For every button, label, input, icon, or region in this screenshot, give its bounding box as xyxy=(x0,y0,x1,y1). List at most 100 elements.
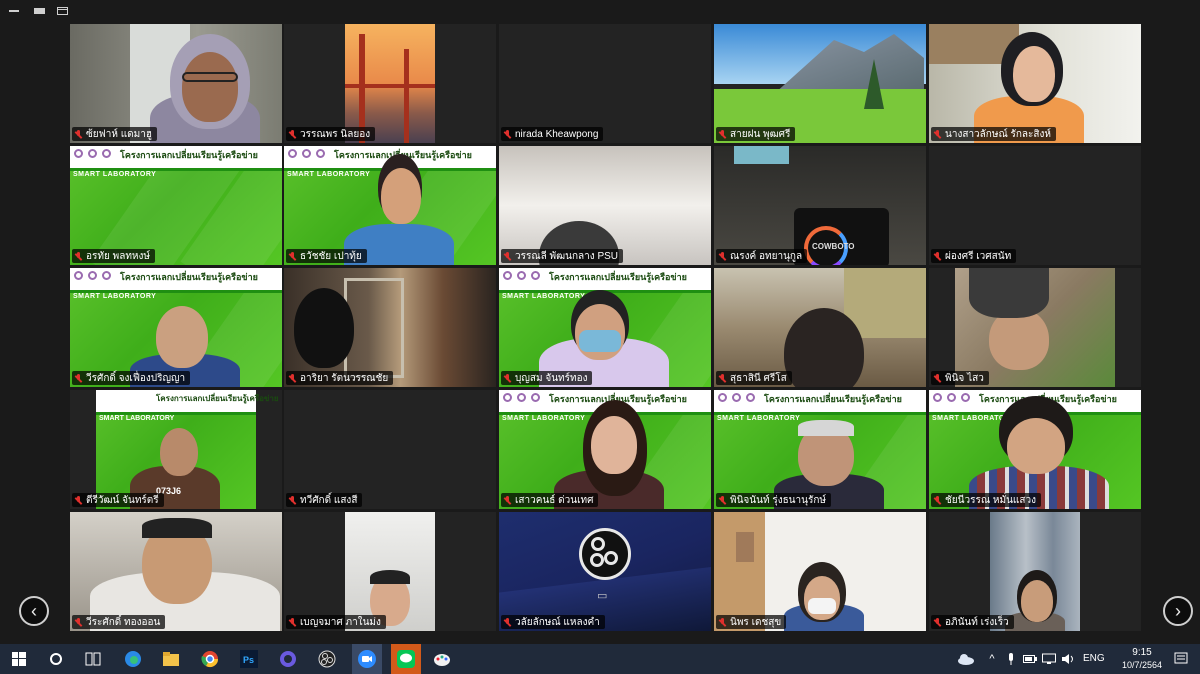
muted-mic-icon xyxy=(289,617,296,627)
participant-name: ธวัชชัย เปาทุ้ย xyxy=(286,249,367,263)
muted-mic-icon xyxy=(504,373,511,383)
video-tile[interactable]: โครงการแลกเปลี่ยนเรียนรู้เครือข่าย SMART… xyxy=(70,390,282,509)
muted-mic-icon xyxy=(504,495,511,505)
participant-name: บุญสม จันทร์ทอง xyxy=(501,371,593,385)
clock-date[interactable]: 10/7/2564 xyxy=(1117,660,1167,670)
video-tile[interactable]: COWBOTO ณรงค์ อทยานุกูล xyxy=(714,146,926,265)
video-tile[interactable]: สายฝน พุฒศรี xyxy=(714,24,926,143)
video-tile[interactable]: nirada Kheawpong xyxy=(499,24,711,143)
line-app-icon[interactable] xyxy=(391,644,421,674)
weather-icon[interactable] xyxy=(955,648,977,670)
windows-taskbar: Ps ^ ENG 9:15 10/7/2564 xyxy=(0,644,1200,674)
video-tile[interactable]: วรรณลี พัฒนกลาง PSU xyxy=(499,146,711,265)
search-icon[interactable] xyxy=(45,648,67,670)
participant-name: ตีรีวัฒน์ จันทร์ตรี xyxy=(72,493,164,507)
participant-name: เสาวคนธ์ ด่วนเทศ xyxy=(501,493,599,507)
muted-mic-icon xyxy=(934,251,941,261)
video-tile[interactable]: อาริยา รัตนวรรณชัย xyxy=(284,268,496,387)
notification-icon[interactable] xyxy=(1170,648,1192,670)
participant-name: นางสาวลักษณ์ รักละสิงห์ xyxy=(931,127,1057,141)
participant-name: เบญจมาศ ภาในม่ง xyxy=(286,615,386,629)
muted-mic-icon xyxy=(75,251,82,261)
video-tile[interactable]: โครงการแลกเปลี่ยนเรียนรู้เครือข่าย SMART… xyxy=(714,390,926,509)
participant-name: วลัยลักษณ์ แหลงคำ xyxy=(501,615,605,629)
battery-icon[interactable] xyxy=(1022,648,1038,670)
video-tile[interactable]: พินิจ ไสว xyxy=(929,268,1141,387)
muted-mic-icon xyxy=(934,495,941,505)
meeting-top-bar xyxy=(0,0,1200,22)
chrome-icon[interactable] xyxy=(199,648,221,670)
participant-name: พินิจ ไสว xyxy=(931,371,989,385)
compact-view-icon[interactable] xyxy=(34,6,46,16)
video-tile[interactable]: สุธาสินี ศรีโส xyxy=(714,268,926,387)
video-tile[interactable]: นิพร เดชสุข xyxy=(714,512,926,631)
participant-name: อรทัย พลทหงษ์ xyxy=(72,249,155,263)
participant-name: พินิจนันท์ รุ่งธนานุรักษ์ xyxy=(716,493,831,507)
obs-logo-icon xyxy=(579,528,631,580)
video-tile[interactable]: นางสาวลักษณ์ รักละสิงห์ xyxy=(929,24,1141,143)
participant-name: อภินันท์ เร่งเร็ว xyxy=(931,615,1014,629)
clock-time[interactable]: 9:15 xyxy=(1122,647,1162,658)
edge-browser-icon[interactable] xyxy=(122,648,144,670)
previous-page-button[interactable]: ‹ xyxy=(19,596,49,626)
participant-name: ทวีศักดิ์ แสงสี xyxy=(286,493,363,507)
video-tile[interactable]: โครงการแลกเปลี่ยนเรียนรู้เครือข่าย SMART… xyxy=(70,268,282,387)
next-page-button[interactable]: › xyxy=(1163,596,1193,626)
muted-mic-icon xyxy=(289,129,296,139)
muted-mic-icon xyxy=(934,129,941,139)
video-tile[interactable]: ซ้ยฟาห์ แดมาฮู xyxy=(70,24,282,143)
muted-mic-icon xyxy=(504,617,511,627)
video-tile[interactable]: โครงการแลกเปลี่ยนเรียนรู้เครือข่าย SMART… xyxy=(499,390,711,509)
file-explorer-icon[interactable] xyxy=(160,648,182,670)
muted-mic-icon xyxy=(289,495,296,505)
svg-text:Ps: Ps xyxy=(243,655,254,665)
participant-name: อาริยา รัตนวรรณชัย xyxy=(286,371,394,385)
chevron-up-icon[interactable]: ^ xyxy=(985,648,999,670)
gallery-view-icon[interactable] xyxy=(78,6,90,16)
video-tile[interactable]: เบญจมาศ ภาในม่ง xyxy=(284,512,496,631)
participant-name: วีระศักดิ์ ทองออน xyxy=(72,615,166,629)
video-tile[interactable]: อภินันท์ เร่งเร็ว xyxy=(929,512,1141,631)
video-tile[interactable]: โครงการแลกเปลี่ยนเรียนรู้เครือข่าย SMART… xyxy=(499,268,711,387)
video-tile[interactable]: ผ่องศรี เวศสนัท xyxy=(929,146,1141,265)
muted-mic-icon xyxy=(504,129,511,139)
video-tile[interactable]: ▭ วลัยลักษณ์ แหลงคำ xyxy=(499,512,711,631)
task-view-icon[interactable] xyxy=(82,648,104,670)
minimize-icon[interactable] xyxy=(8,6,20,16)
participant-name: ผ่องศรี เวศสนัท xyxy=(931,249,1017,263)
chevron-right-icon: › xyxy=(1175,600,1181,621)
video-tile[interactable]: วรรณพร นิลยอง xyxy=(284,24,496,143)
windows-start-icon[interactable] xyxy=(8,648,30,670)
browser-c-icon[interactable] xyxy=(277,648,299,670)
muted-mic-icon xyxy=(934,617,941,627)
participant-name: ซ้ยฟาห์ แดมาฮู xyxy=(72,127,157,141)
microphone-icon[interactable] xyxy=(1004,648,1018,670)
video-tile[interactable]: วีระศักดิ์ ทองออน xyxy=(70,512,282,631)
muted-mic-icon xyxy=(719,495,726,505)
muted-mic-icon xyxy=(289,251,296,261)
network-icon[interactable] xyxy=(1041,648,1057,670)
muted-mic-icon xyxy=(719,129,726,139)
muted-mic-icon xyxy=(934,373,941,383)
video-tile[interactable]: โครงการแลกเปลี่ยนเรียนรู้เครือข่าย SMART… xyxy=(70,146,282,265)
video-tile[interactable]: โครงการแลกเปลี่ยนเรียนรู้เครือข่าย SMART… xyxy=(284,146,496,265)
muted-mic-icon xyxy=(75,373,82,383)
video-tile[interactable]: ทวีศักดิ์ แสงสี xyxy=(284,390,496,509)
window-icon[interactable] xyxy=(57,6,69,16)
language-indicator[interactable]: ENG xyxy=(1083,653,1105,664)
zoom-app-icon[interactable] xyxy=(352,644,382,674)
muted-mic-icon xyxy=(75,129,82,139)
video-tile[interactable]: โครงการแลกเปลี่ยนเรียนรู้เครือข่าย SMART… xyxy=(929,390,1141,509)
volume-icon[interactable] xyxy=(1060,648,1076,670)
participant-name: วรรณพร นิลยอง xyxy=(286,127,376,141)
video-off-icon: ▭ xyxy=(597,590,608,602)
participant-name: วรรณลี พัฒนกลาง PSU xyxy=(501,249,624,263)
paint-icon[interactable] xyxy=(431,648,453,670)
participant-name: nirada Kheawpong xyxy=(501,127,604,141)
muted-mic-icon xyxy=(719,373,726,383)
muted-mic-icon xyxy=(75,617,82,627)
muted-mic-icon xyxy=(719,251,726,261)
obs-icon[interactable] xyxy=(316,648,338,670)
photoshop-icon[interactable]: Ps xyxy=(238,648,260,670)
chevron-left-icon: ‹ xyxy=(31,600,37,621)
